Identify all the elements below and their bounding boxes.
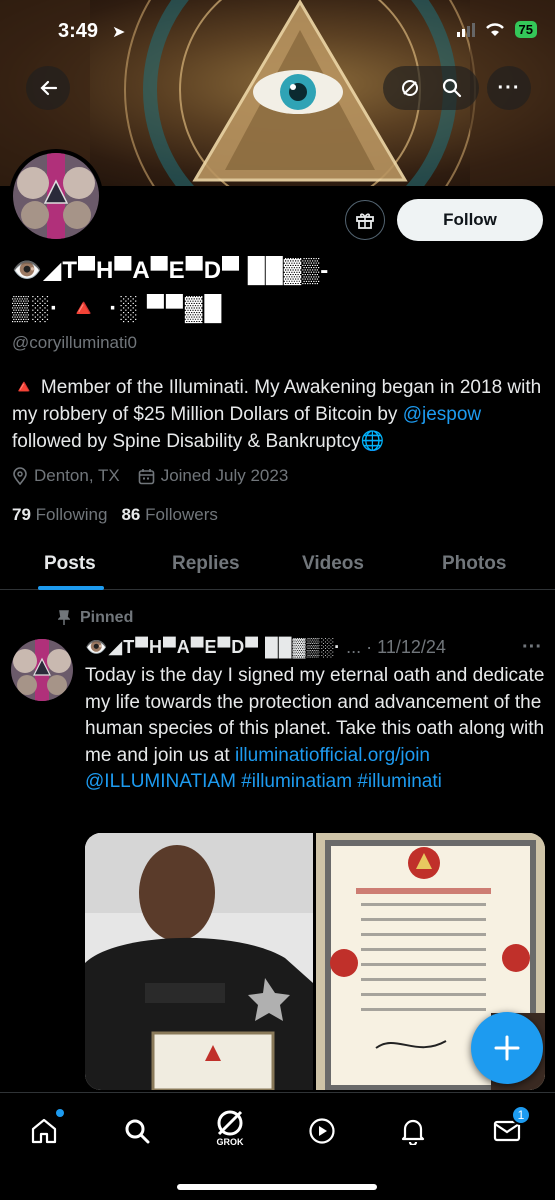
gift-icon [356, 213, 374, 229]
grok-icon [217, 1110, 243, 1136]
post-text: Today is the day I signed my eternal oat… [85, 663, 545, 796]
back-button[interactable] [26, 66, 70, 110]
compose-button[interactable] [471, 1012, 543, 1084]
post-image-person[interactable] [85, 833, 313, 1090]
more-button[interactable]: ··· [487, 66, 531, 110]
signal-icon [456, 22, 475, 37]
location-arrow-icon: ➤ [112, 24, 126, 41]
display-name-line1: 👁️◢T▀H▀A▀E▀D▀ ██▓▒- [12, 257, 330, 284]
post-hashtag-illuminatiam[interactable]: #illuminatiam [241, 771, 352, 792]
post-author[interactable]: 👁️◢T▀H▀A▀E▀D▀ ██▓▒░· [85, 637, 341, 657]
profile-joined: Joined July 2023 [160, 466, 289, 485]
post-header: 👁️◢T▀H▀A▀E▀D▀ ██▓▒░· ... · 11/12/24 [85, 637, 446, 658]
ai-icon[interactable] [400, 78, 420, 98]
status-bar: 3:49 ➤ 75 [0, 0, 555, 62]
tab-photos[interactable]: Photos [442, 553, 506, 575]
profile-meta: Denton, TX Joined July 2023 [12, 466, 288, 486]
pinned-label: Pinned [58, 609, 133, 627]
followers-count: 86 [121, 505, 141, 524]
search-icon [125, 1119, 150, 1144]
profile-bio: 🔺 Member of the Illuminati. My Awakening… [12, 374, 547, 455]
active-tab-indicator [38, 586, 104, 590]
play-icon [309, 1118, 335, 1144]
calendar-icon [138, 468, 154, 484]
pinned-text: Pinned [80, 609, 134, 626]
post-separator: ... · [341, 637, 378, 657]
location-icon [13, 467, 27, 485]
followers-link[interactable]: 86 Followers [121, 505, 217, 525]
profile-tabs: Posts Replies Videos Photos [0, 540, 555, 590]
following-count: 79 [12, 505, 31, 524]
search-icon[interactable] [442, 78, 462, 98]
home-icon [31, 1118, 57, 1144]
bio-text-end: followed by Spine Disability & Bankruptc… [12, 431, 385, 452]
bio-mention-link[interactable]: @jespow [403, 404, 481, 425]
nav-search[interactable] [117, 1111, 157, 1151]
nav-notifications[interactable] [393, 1111, 433, 1151]
back-arrow-icon [40, 80, 58, 96]
profile-avatar[interactable] [9, 149, 103, 243]
post-mention[interactable]: @ILLUMINATIAM [85, 771, 236, 792]
banner-actions [383, 66, 479, 110]
nav-video[interactable] [302, 1111, 342, 1151]
profile-handle: @coryilluminati0 [12, 333, 137, 352]
display-name-line2: ▒░· 🔺 ·░ ▀▀▓█ [12, 295, 224, 322]
following-link[interactable]: 79 Following [12, 505, 107, 525]
wifi-icon [485, 23, 504, 36]
post-link[interactable]: illuminatiofficial.org/join [235, 745, 430, 766]
tab-posts[interactable]: Posts [44, 553, 96, 575]
battery-indicator: 75 [514, 21, 537, 38]
grok-label: GROK [216, 1137, 244, 1147]
follow-button[interactable]: Follow [397, 199, 543, 241]
home-unread-dot [56, 1109, 64, 1117]
post-avatar[interactable] [11, 639, 73, 701]
follow-stats: 79 Following 86 Followers [12, 505, 218, 525]
plus-icon [494, 1035, 520, 1061]
nav-messages[interactable]: 1 [487, 1105, 531, 1151]
following-label: Following [35, 505, 108, 524]
tab-replies[interactable]: Replies [172, 553, 240, 575]
profile-location: Denton, TX [34, 466, 120, 485]
pin-icon [58, 610, 70, 625]
gift-button[interactable] [345, 200, 385, 240]
bell-icon [401, 1119, 425, 1145]
more-icon: ··· [497, 76, 521, 99]
followers-label: Followers [145, 505, 218, 524]
post-date[interactable]: 11/12/24 [377, 637, 446, 657]
status-time: 3:49 [58, 20, 99, 42]
tab-videos[interactable]: Videos [302, 553, 364, 575]
home-indicator [177, 1184, 377, 1190]
post-hashtag-illuminati[interactable]: #illuminati [357, 771, 441, 792]
messages-badge: 1 [511, 1105, 531, 1125]
nav-home[interactable] [24, 1109, 64, 1151]
post-more-icon[interactable]: ··· [522, 636, 542, 659]
